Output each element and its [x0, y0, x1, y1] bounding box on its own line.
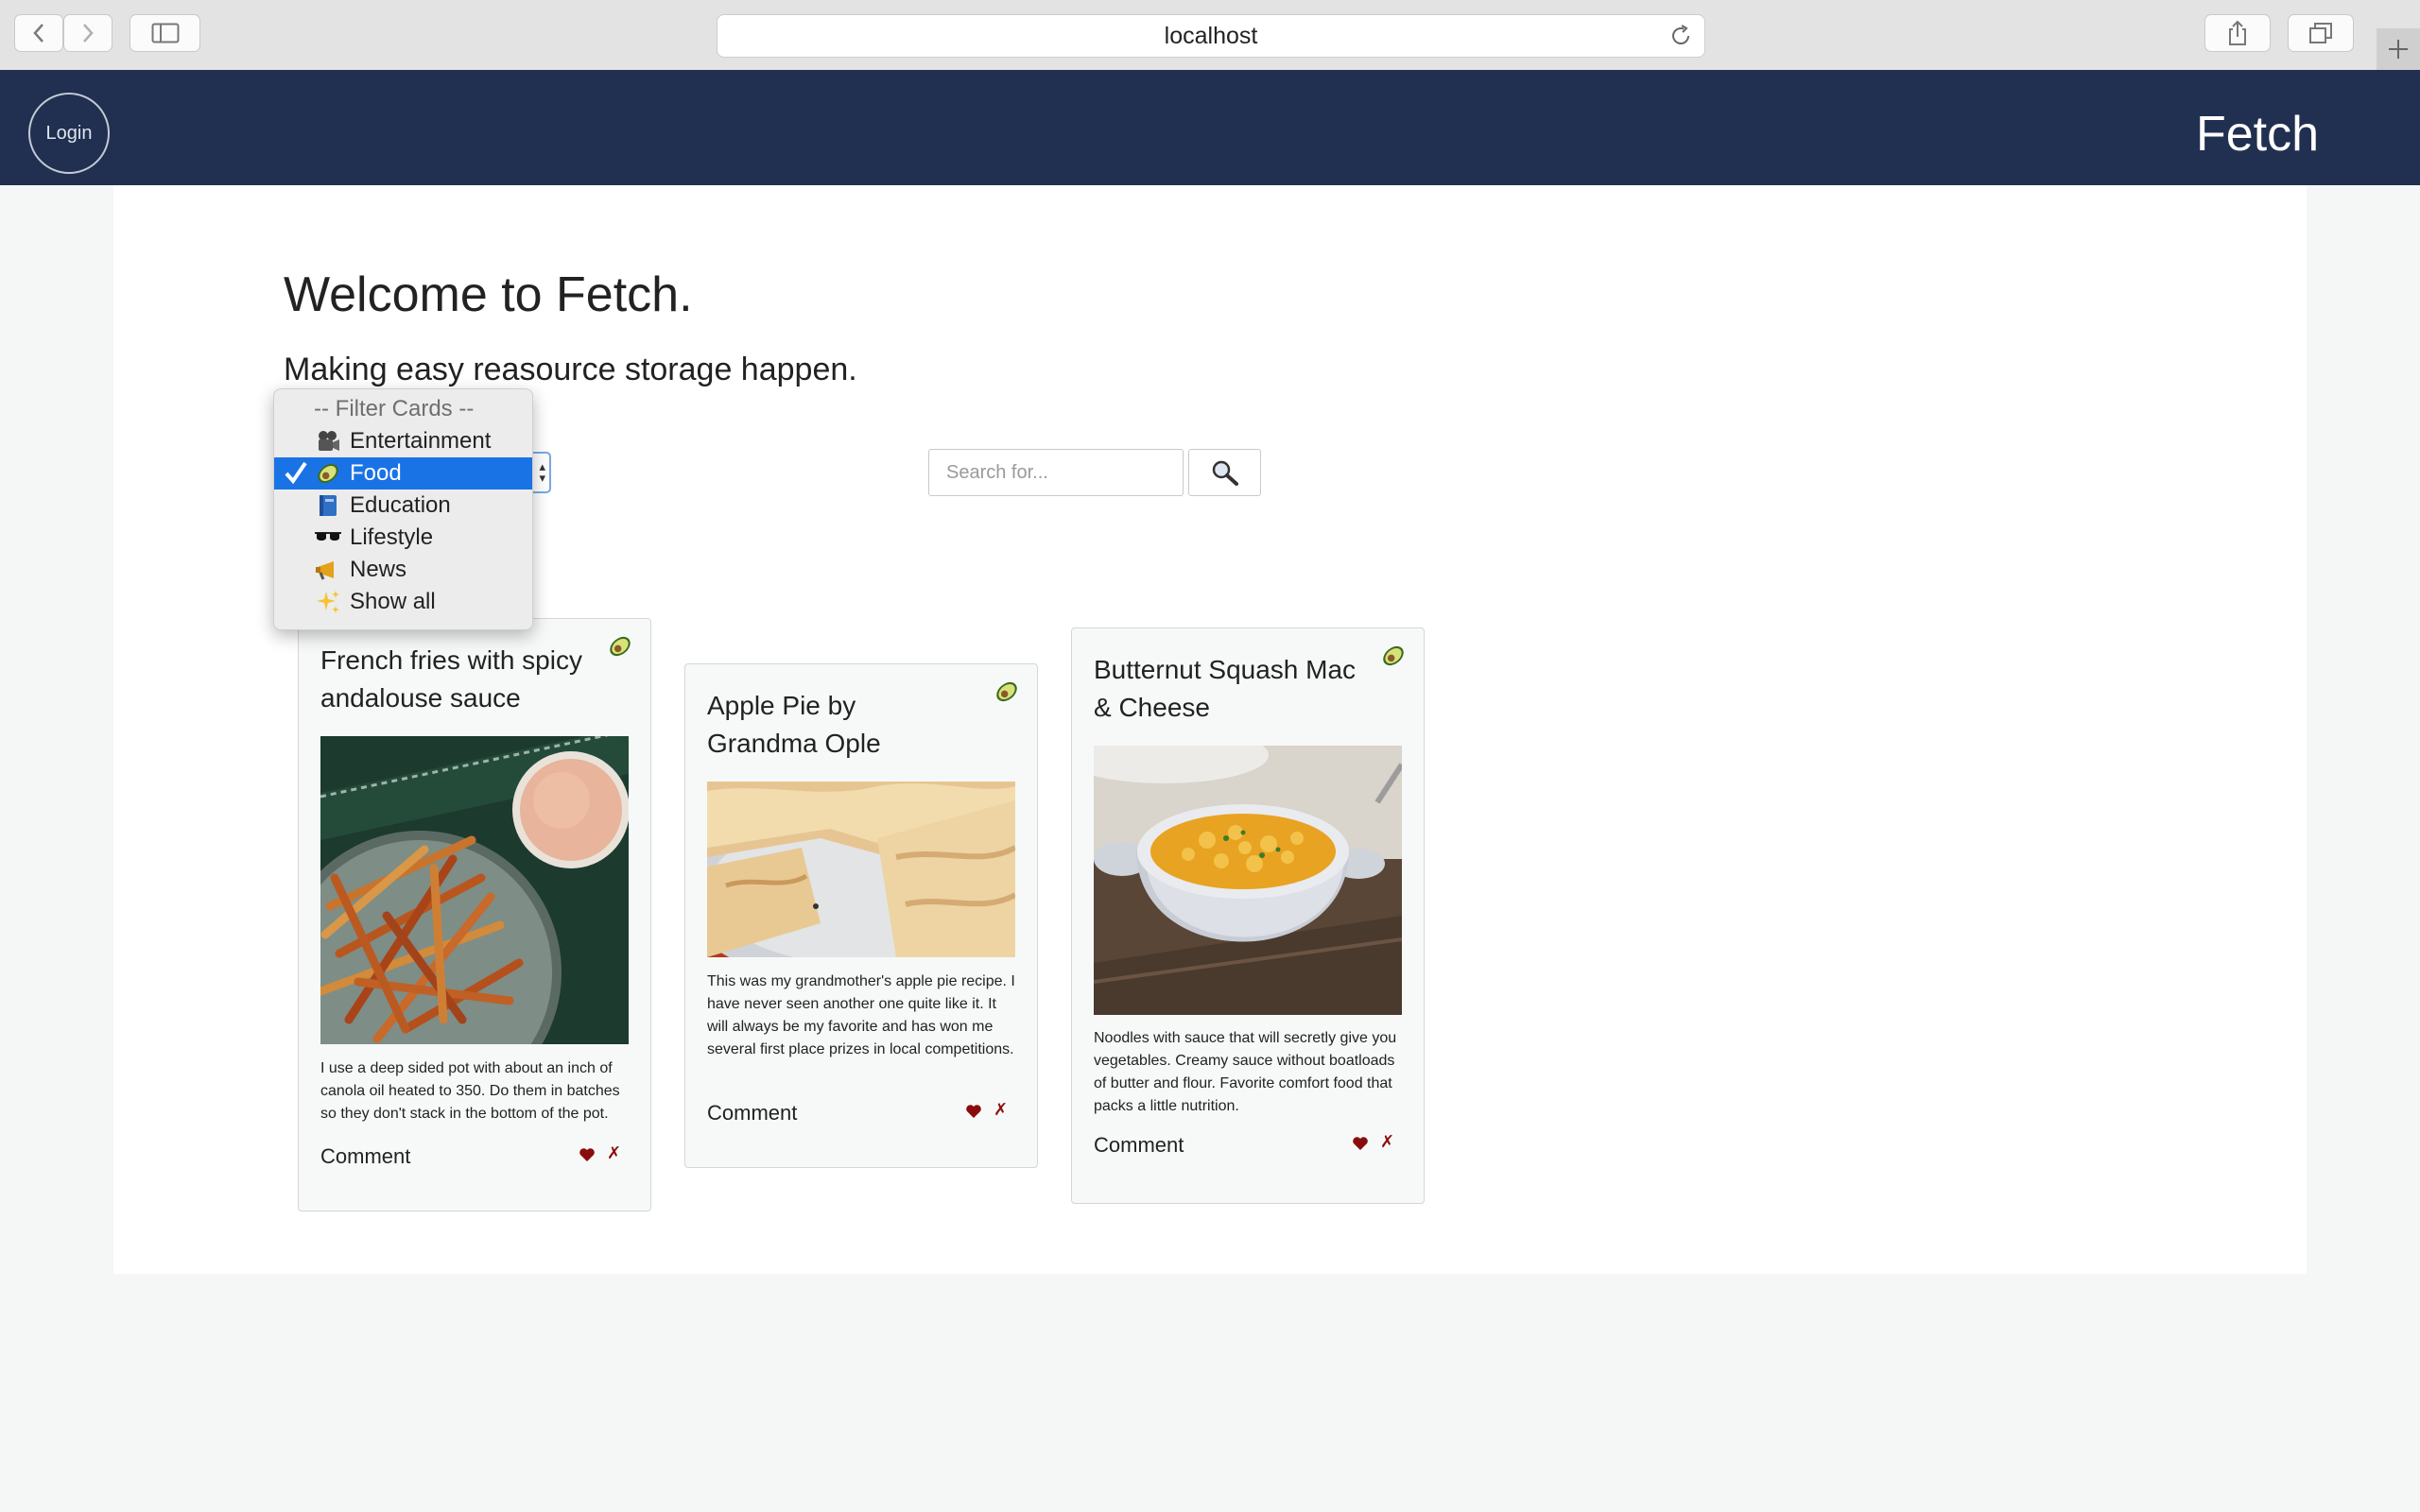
option-lifestyle[interactable]: Lifestyle [274, 522, 532, 554]
movie-camera-icon [314, 427, 342, 455]
mac-and-cheese-photo [1094, 746, 1402, 1015]
option-label: Entertainment [350, 428, 492, 454]
reload-icon[interactable] [1668, 24, 1693, 48]
login-button[interactable]: Login [28, 93, 110, 174]
app-navbar: Login Fetch [0, 70, 2420, 185]
resource-card: Butternut Squash Mac & Cheese Noodles wi… [1071, 627, 1425, 1204]
french-fries-photo [320, 736, 629, 1044]
url-text: localhost [1164, 22, 1258, 49]
card-description: This was my grandmother's apple pie reci… [707, 973, 1015, 1057]
avocado-icon [607, 633, 633, 660]
option-education[interactable]: Education [274, 490, 532, 522]
avocado-icon [1380, 643, 1407, 669]
option-label: News [350, 557, 407, 582]
option-label: Food [350, 460, 402, 486]
option-entertainment[interactable]: Entertainment [274, 425, 532, 457]
search-input[interactable]: Search for... [928, 449, 1184, 496]
new-tab-button[interactable] [2377, 28, 2420, 70]
sparkles-icon [314, 588, 342, 616]
comment-link[interactable]: Comment [707, 1101, 797, 1125]
checkmark-icon [284, 459, 308, 492]
back-button[interactable] [14, 14, 63, 52]
page-subtitle: Making easy reasource storage happen. [284, 352, 857, 387]
heart-icon[interactable] [965, 1103, 982, 1120]
option-label: Show all [350, 589, 436, 614]
share-button[interactable] [2204, 14, 2271, 52]
magnifier-icon [1212, 460, 1238, 486]
avocado-icon [994, 679, 1020, 705]
resource-card: Apple Pie by Grandma Ople This was my gr… [684, 663, 1038, 1168]
heart-icon[interactable] [579, 1146, 596, 1163]
plus-icon [2389, 40, 2408, 59]
option-label: Lifestyle [350, 524, 434, 550]
forward-button[interactable] [63, 14, 112, 52]
megaphone-icon [314, 556, 342, 584]
sidebar-toggle-button[interactable] [130, 14, 200, 52]
share-icon [2229, 20, 2246, 45]
sidebar-icon [151, 23, 179, 43]
address-bar[interactable]: localhost [717, 14, 1705, 58]
search-button[interactable] [1188, 449, 1261, 496]
heart-icon[interactable] [1352, 1135, 1369, 1152]
option-food[interactable]: Food [274, 457, 532, 490]
option-label: Education [350, 492, 451, 518]
card-description: I use a deep sided pot with about an inc… [320, 1060, 620, 1122]
delete-icon[interactable]: ✗ [994, 1100, 1008, 1120]
blue-book-icon [314, 491, 342, 520]
tabs-overview-icon [2309, 23, 2332, 43]
select-arrows-icon: ▴ ▾ [539, 459, 545, 485]
browser-toolbar: localhost [0, 0, 2420, 71]
avocado-icon [314, 459, 342, 488]
sunglasses-icon [314, 524, 342, 552]
card-title: French fries with spicy andalouse sauce [320, 645, 582, 713]
card-description: Noodles with sauce that will secretly gi… [1094, 1030, 1397, 1114]
card-title: Apple Pie by Grandma Ople [707, 691, 881, 758]
card-title: Butternut Squash Mac & Cheese [1094, 655, 1357, 722]
page-title: Welcome to Fetch. [284, 267, 693, 322]
resource-card: French fries with spicy andalouse sauce [298, 618, 651, 1211]
chevron-left-icon [33, 24, 43, 43]
apple-pie-photo [707, 782, 1015, 957]
option-show-all[interactable]: Show all [274, 586, 532, 618]
dropdown-header-option: -- Filter Cards -- [274, 393, 532, 425]
tabs-button[interactable] [2288, 14, 2354, 52]
option-news[interactable]: News [274, 554, 532, 586]
delete-icon[interactable]: ✗ [607, 1143, 621, 1163]
chevron-right-icon [83, 24, 94, 43]
delete-icon[interactable]: ✗ [1380, 1132, 1394, 1152]
search-placeholder: Search for... [946, 461, 1048, 483]
comment-link[interactable]: Comment [1094, 1133, 1184, 1158]
comment-link[interactable]: Comment [320, 1144, 410, 1169]
option-label: -- Filter Cards -- [314, 396, 475, 421]
brand-title[interactable]: Fetch [2196, 106, 2319, 163]
filter-dropdown-menu: -- Filter Cards -- Entertainment Food Ed… [273, 388, 533, 630]
